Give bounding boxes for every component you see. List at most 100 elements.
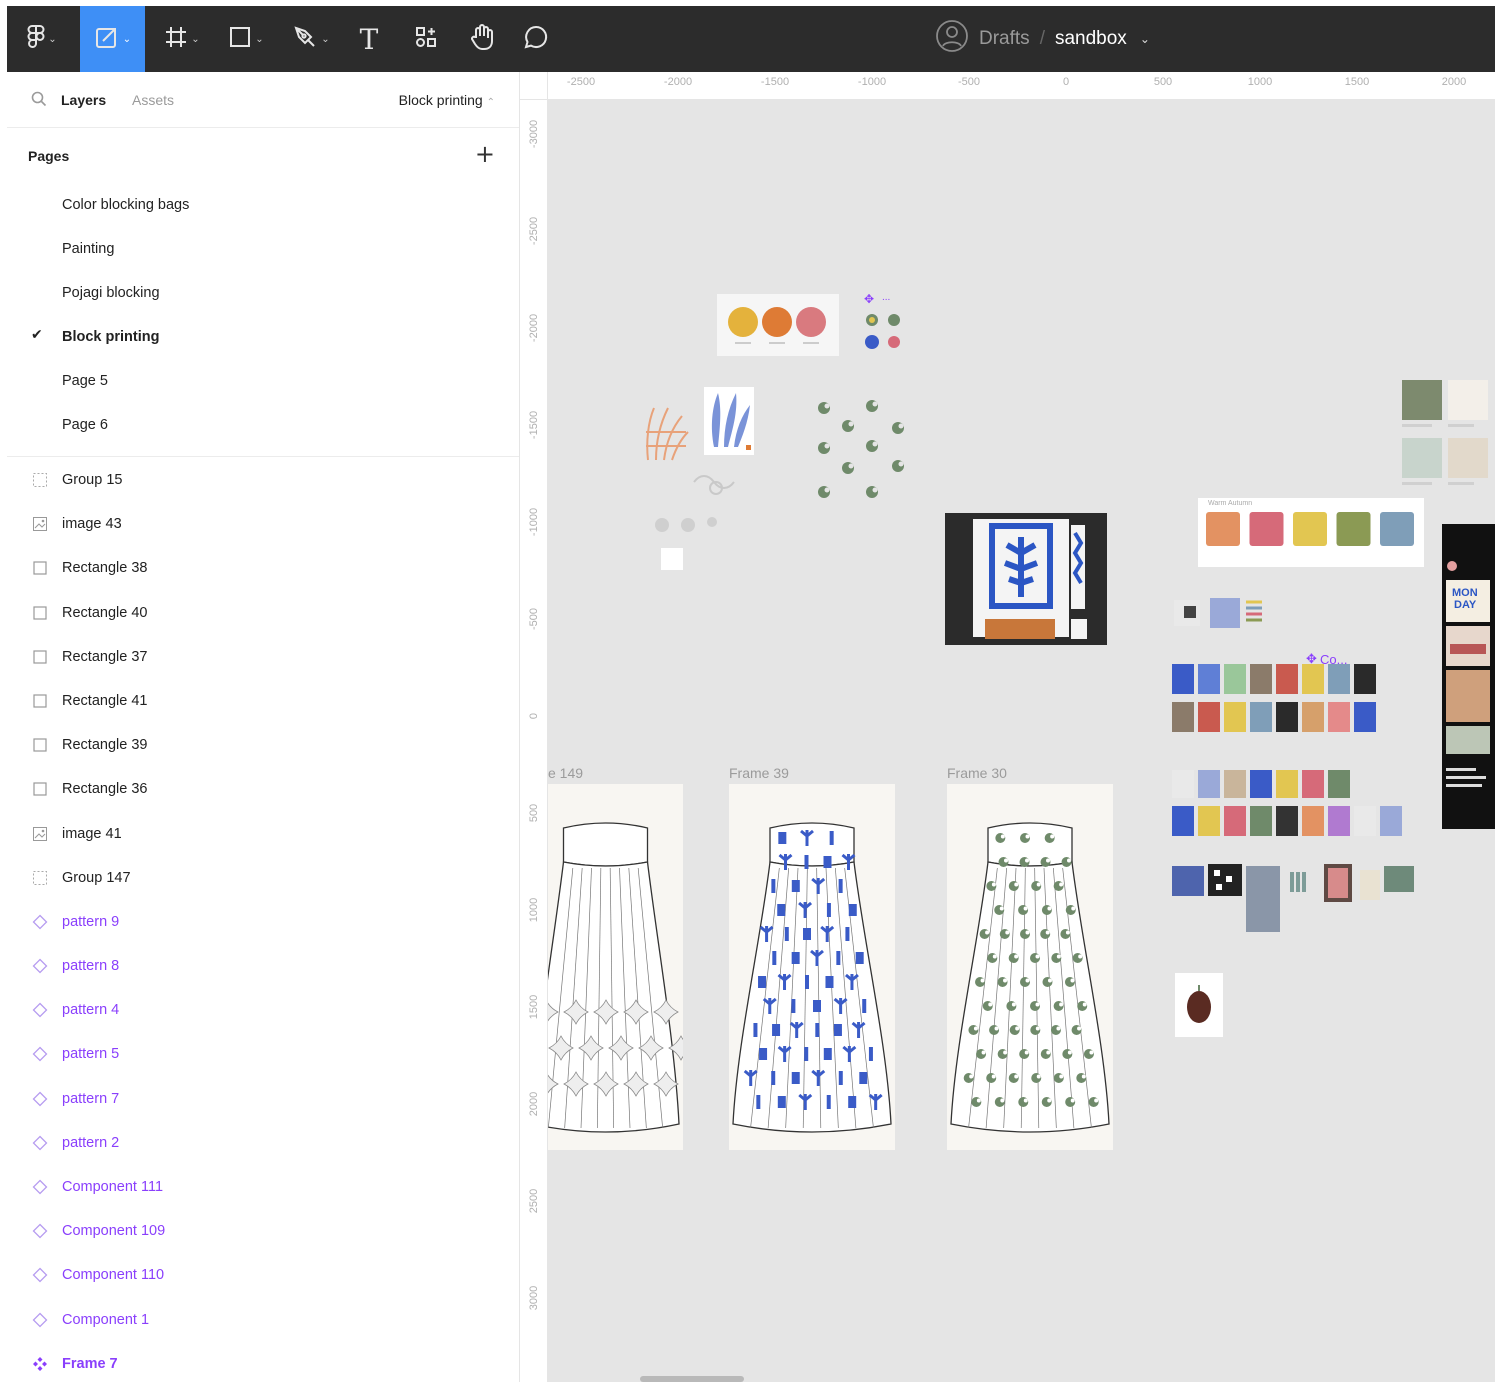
- layer-item[interactable]: pattern 2: [7, 1122, 519, 1166]
- add-page-button[interactable]: +: [475, 140, 495, 168]
- ruler-tick-x: 500: [1153, 76, 1173, 88]
- tab-assets[interactable]: Assets: [132, 92, 174, 108]
- image-collage-grid[interactable]: [1170, 766, 1420, 840]
- sketch-group[interactable]: [688, 468, 740, 498]
- layer-item[interactable]: pattern 5: [7, 1033, 519, 1077]
- page-item[interactable]: Color blocking bags: [7, 184, 519, 228]
- layer-item[interactable]: Component 110: [7, 1254, 519, 1298]
- drafts-link[interactable]: Drafts: [979, 28, 1030, 50]
- layer-item[interactable]: Rectangle 37: [7, 636, 519, 680]
- green-print-highlight: [991, 882, 996, 887]
- green-print-highlight: [994, 1026, 999, 1031]
- ruler-tick-y: -2000: [528, 313, 540, 343]
- instance-icon: [32, 1267, 48, 1283]
- hand-tool-button[interactable]: [459, 6, 505, 72]
- instance-icon: [32, 1135, 48, 1151]
- layer-item[interactable]: Frame 7: [7, 1343, 519, 1382]
- app-screenshot[interactable]: [945, 513, 1107, 645]
- image-collage-grid[interactable]: ✥ Co...: [1170, 652, 1390, 736]
- color-palette-card[interactable]: [717, 294, 839, 356]
- swatch-grid[interactable]: [1400, 380, 1495, 498]
- page-item[interactable]: Page 5: [7, 360, 519, 404]
- layer-label: Component 110: [62, 1267, 165, 1284]
- rectangle-icon: [32, 693, 48, 709]
- frame-tool-button[interactable]: ⌄: [155, 6, 209, 72]
- tab-layers[interactable]: Layers: [61, 92, 106, 108]
- component-icon: [32, 1356, 48, 1372]
- image-apple[interactable]: [1175, 973, 1223, 1037]
- warm-autumn-palette[interactable]: Warm Autumn: [1198, 498, 1424, 567]
- blue-print-motif: [845, 927, 850, 941]
- frame-label[interactable]: Frame 30: [947, 765, 1007, 781]
- layer-label: pattern 5: [62, 1046, 120, 1063]
- green-print-highlight: [1046, 858, 1050, 863]
- blue-print-motif: [759, 1048, 768, 1060]
- frame-label[interactable]: e 149: [548, 765, 583, 781]
- frame-39[interactable]: [729, 784, 895, 1150]
- layer-item[interactable]: pattern 7: [7, 1078, 519, 1122]
- image-collage-row[interactable]: [1174, 598, 1264, 630]
- green-pattern-grid[interactable]: [814, 396, 914, 508]
- avatar[interactable]: [935, 19, 969, 59]
- page-item[interactable]: Painting: [7, 228, 519, 272]
- chevron-down-icon[interactable]: ⌄: [1140, 32, 1150, 46]
- canvas[interactable]: ✥ ... Warm Autumn MON DAY ✥ Co... e 149 …: [548, 100, 1495, 1382]
- layer-item[interactable]: image 41: [7, 813, 519, 857]
- collage-thumbnail: [1354, 664, 1376, 694]
- blue-print-motif: [753, 1023, 758, 1037]
- layer-item[interactable]: image 43: [7, 503, 519, 547]
- move-tool-button[interactable]: ⌄: [80, 6, 145, 72]
- frame-label[interactable]: Frame 39: [729, 765, 789, 781]
- layer-item[interactable]: Component 1: [7, 1299, 519, 1343]
- chevron-down-icon: ⌄: [321, 33, 330, 45]
- file-name[interactable]: sandbox: [1055, 28, 1127, 50]
- page-item[interactable]: Pojagi blocking: [7, 272, 519, 316]
- green-print-highlight: [1067, 858, 1071, 863]
- group-icon: [32, 870, 48, 886]
- search-icon[interactable]: [31, 91, 47, 110]
- layer-item[interactable]: pattern 8: [7, 945, 519, 989]
- page-item[interactable]: Page 6: [7, 404, 519, 448]
- main-menu-button[interactable]: ⌄: [17, 6, 67, 72]
- component-cluster[interactable]: ✥ ...: [860, 290, 920, 360]
- image-collage-grid[interactable]: [1170, 862, 1420, 934]
- ruler-tick-y: 500: [528, 803, 540, 823]
- sketch-group[interactable]: [652, 514, 722, 536]
- page-label: Page 5: [62, 373, 108, 389]
- shape-tool-button[interactable]: ⌄: [219, 6, 273, 72]
- layer-label: pattern 9: [62, 913, 120, 930]
- layer-item[interactable]: Component 109: [7, 1210, 519, 1254]
- page-selector[interactable]: Block printing ⌃: [399, 92, 495, 108]
- layer-item[interactable]: Rectangle 38: [7, 547, 519, 591]
- pen-tool-button[interactable]: ⌄: [283, 6, 339, 72]
- layer-item[interactable]: Rectangle 40: [7, 592, 519, 636]
- text-tool-button[interactable]: T: [349, 6, 389, 72]
- frame-30[interactable]: [947, 784, 1113, 1150]
- current-page-label: Block printing: [398, 92, 483, 108]
- layer-item[interactable]: Rectangle 36: [7, 768, 519, 812]
- layer-item[interactable]: Group 147: [7, 857, 519, 901]
- layer-item[interactable]: Group 15: [7, 459, 519, 503]
- green-print-highlight: [1023, 906, 1028, 911]
- orange-leaf-art[interactable]: [642, 402, 690, 464]
- green-print-highlight: [1070, 978, 1075, 983]
- phone-mockup[interactable]: MON DAY: [1442, 524, 1495, 829]
- blue-leaf-card[interactable]: [704, 387, 754, 455]
- layer-item[interactable]: Component 111: [7, 1166, 519, 1210]
- layer-item[interactable]: Rectangle 41: [7, 680, 519, 724]
- layer-item[interactable]: pattern 9: [7, 901, 519, 945]
- white-rectangle[interactable]: [661, 548, 683, 570]
- green-print-highlight: [1014, 1074, 1019, 1079]
- page-item[interactable]: ✔ Block printing: [7, 316, 519, 360]
- horizontal-scrollbar[interactable]: [640, 1376, 744, 1382]
- green-print-highlight: [1047, 906, 1052, 911]
- frame-149[interactable]: [548, 784, 694, 1150]
- layer-item[interactable]: Rectangle 39: [7, 724, 519, 768]
- blue-print-motif: [804, 1047, 809, 1061]
- resources-tool-button[interactable]: [405, 6, 447, 72]
- comment-tool-button[interactable]: [515, 6, 557, 72]
- blue-print-motif: [859, 1072, 868, 1084]
- layer-item[interactable]: pattern 4: [7, 989, 519, 1033]
- green-print-highlight: [1025, 930, 1030, 935]
- palette-swatch: [1206, 512, 1240, 546]
